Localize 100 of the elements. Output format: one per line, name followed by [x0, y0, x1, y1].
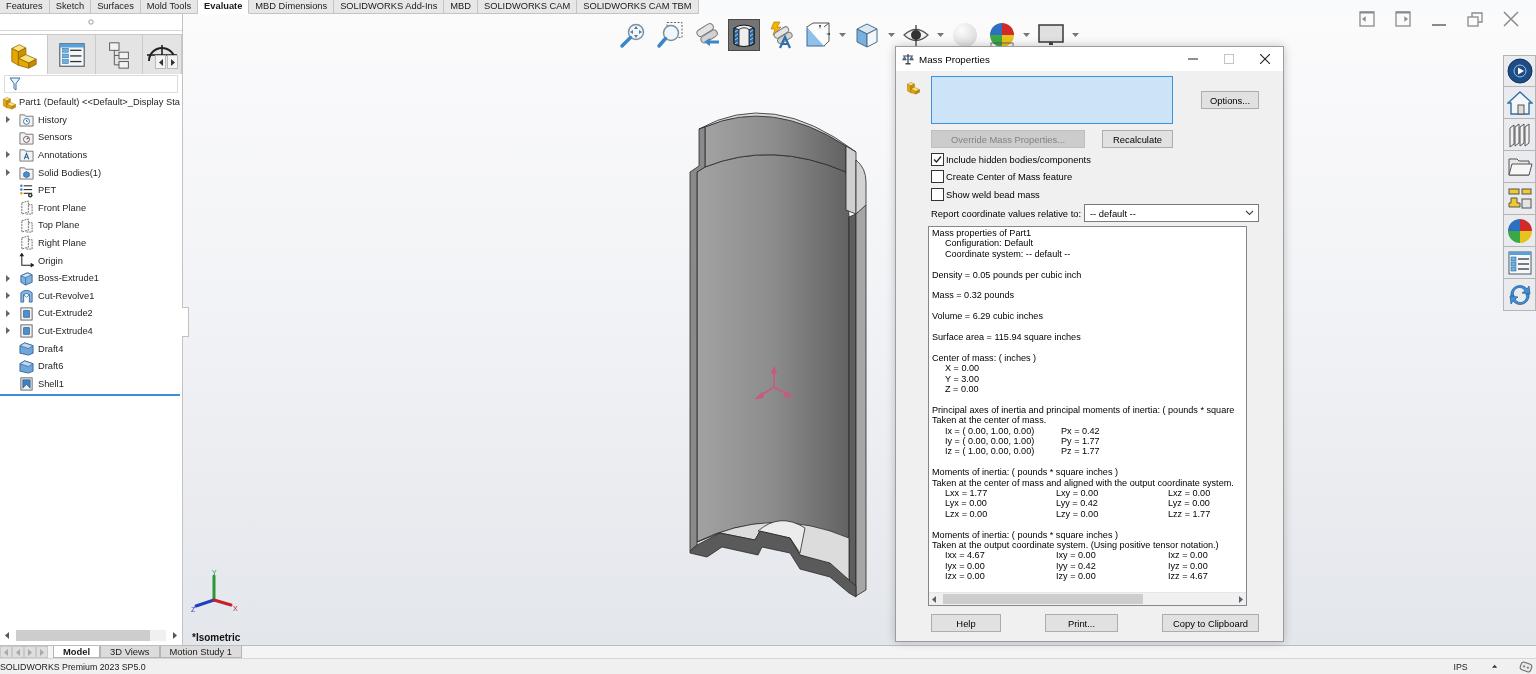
task-pane-button[interactable]: [1503, 87, 1536, 119]
ribbon-tab[interactable]: SOLIDWORKS Add-Ins: [334, 0, 445, 14]
options-button[interactable]: Options...: [1201, 91, 1259, 109]
scrollbar-thumb[interactable]: [943, 594, 1143, 604]
tree-item[interactable]: Origin: [38, 254, 63, 267]
scroll-right-button[interactable]: [167, 55, 178, 69]
report-value: Ixy = 0.00: [1056, 550, 1096, 561]
tree-item[interactable]: PET: [38, 184, 57, 197]
ribbon-tab[interactable]: MBD Dimensions: [249, 0, 335, 14]
bottom-tab[interactable]: Model: [53, 646, 101, 658]
report-value: Iyz = 0.00: [1168, 560, 1208, 572]
caret-icon[interactable]: [1072, 32, 1079, 38]
expand-arrow-icon[interactable]: [5, 169, 11, 177]
caret-up-icon[interactable]: [1491, 664, 1497, 669]
report-value: Izz = 4.67: [1168, 571, 1208, 582]
color-sphere-icon: [988, 21, 1016, 49]
chevron-left-icon: [931, 595, 937, 603]
ribbon-tab[interactable]: Evaluate: [198, 0, 250, 14]
units-label[interactable]: IPS: [1453, 661, 1468, 672]
ribbon-tab[interactable]: Mold Tools: [140, 0, 199, 14]
report-text-area[interactable]: [928, 226, 1247, 606]
scroll-right-button[interactable]: [170, 630, 180, 641]
tree-item[interactable]: Annotations: [38, 149, 88, 161]
ribbon-tab[interactable]: MBD: [444, 0, 478, 14]
balance-scale-icon: [902, 53, 914, 65]
tree-item[interactable]: Sensors: [38, 131, 73, 144]
bottom-tab[interactable]: 3D Views: [100, 646, 160, 658]
draft-wedge-icon: [19, 358, 34, 374]
tree-item[interactable]: Top Plane: [38, 219, 80, 232]
task-pane-button[interactable]: [1503, 55, 1536, 87]
material-list-icon: [19, 182, 34, 198]
tree-item[interactable]: Shell1: [38, 377, 64, 390]
tree-item[interactable]: Boss-Extrude1: [38, 272, 99, 285]
report-value: Lzy = 0.00: [1056, 508, 1099, 520]
panel-collapse-handle[interactable]: [182, 307, 189, 337]
folder-annotation-icon: [19, 147, 34, 163]
bottom-tab[interactable]: Motion Study 1: [159, 646, 243, 658]
checkbox[interactable]: [931, 170, 944, 184]
cube-arrows-icon: [804, 21, 832, 49]
binoculars-lightning-icon: [767, 21, 795, 49]
recalculate-button[interactable]: Recalculate: [1102, 130, 1173, 148]
tree-item[interactable]: Draft6: [38, 360, 64, 373]
origin-axes-icon: [19, 253, 34, 269]
dialog-button[interactable]: Copy to Clipboard: [1162, 614, 1259, 632]
view-tool-button[interactable]: [728, 19, 760, 51]
scroll-left-button[interactable]: [929, 593, 939, 605]
tree-item[interactable]: Right Plane: [38, 236, 87, 249]
report-value: Pz = 1.77: [1061, 446, 1100, 457]
scroll-left-button[interactable]: [2, 630, 12, 641]
caret-icon[interactable]: [839, 32, 846, 38]
checkbox[interactable]: [931, 152, 944, 166]
report-line: Moments of inertia: ( pounds * square inches ): [932, 467, 1118, 478]
ribbon-tab[interactable]: Sketch: [49, 0, 92, 14]
caret-icon[interactable]: [888, 32, 895, 38]
tree-item[interactable]: Cut-Extrude4: [38, 324, 93, 337]
report-value: Iyy = 0.42: [1056, 560, 1096, 572]
tilted-tag-icon[interactable]: [1519, 660, 1533, 673]
triangle-right-icon: [169, 58, 176, 66]
report-line: Volume = 6.29 cubic inches: [932, 311, 1043, 322]
task-pane-button[interactable]: [1503, 215, 1536, 247]
tree-item[interactable]: History: [38, 113, 67, 126]
view-orientation-label: *Isometric: [192, 632, 241, 643]
report-line: Taken at the output coordinate system. (Using positive tensor notation.): [932, 540, 1219, 551]
cut-cube-icon: [19, 305, 34, 321]
checkbox-label[interactable]: Create Center of Mass feature: [946, 171, 1073, 183]
selection-field[interactable]: [931, 76, 1173, 124]
grip-dot-icon[interactable]: [88, 19, 94, 25]
caret-icon[interactable]: [1023, 32, 1030, 38]
scroll-left-button[interactable]: [155, 55, 166, 69]
checkbox[interactable]: [931, 187, 944, 201]
folder-gauge-icon: [19, 129, 34, 145]
checkbox-label[interactable]: Show weld bead mass: [946, 188, 1040, 200]
expand-arrow-icon[interactable]: [5, 274, 11, 282]
ribbon-tab[interactable]: SOLIDWORKS CAM TBM: [577, 0, 699, 14]
ribbon-tab[interactable]: Surfaces: [91, 0, 141, 14]
chevron-right-icon: [1238, 595, 1244, 603]
tree-item[interactable]: Solid Bodies(1): [38, 166, 102, 179]
plane-icon: [19, 200, 34, 216]
expand-arrow-icon[interactable]: [5, 309, 11, 317]
ribbon-tab[interactable]: Features: [0, 0, 50, 14]
tree-item[interactable]: Front Plane: [38, 201, 87, 214]
scroll-right-button[interactable]: [1236, 593, 1246, 605]
tree-item[interactable]: Cut-Revolve1: [38, 289, 95, 302]
tree-item[interactable]: Cut-Extrude2: [38, 307, 93, 320]
plane-icon: [19, 235, 34, 251]
ribbon-tab[interactable]: SOLIDWORKS CAM: [478, 0, 578, 14]
report-line: Z = 0.00: [945, 384, 979, 395]
tree-item[interactable]: Draft4: [38, 342, 64, 355]
expand-arrow-icon[interactable]: [5, 327, 11, 335]
tree-item[interactable]: Part1 (Default) <<Default>_Display Sta: [19, 96, 180, 108]
expand-arrow-icon[interactable]: [5, 151, 11, 159]
dialog-button[interactable]: Help: [931, 614, 1001, 632]
dialog-button[interactable]: Print...: [1045, 614, 1118, 632]
horizontal-scrollbar[interactable]: [929, 592, 1246, 605]
caret-icon[interactable]: [937, 32, 944, 38]
filter-field[interactable]: [4, 75, 178, 93]
expand-arrow-icon[interactable]: [5, 292, 11, 300]
checkbox-label[interactable]: Include hidden bodies/components: [946, 153, 1091, 165]
coordinate-system-dropdown[interactable]: -- default --: [1084, 204, 1259, 222]
expand-arrow-icon[interactable]: [5, 116, 11, 124]
